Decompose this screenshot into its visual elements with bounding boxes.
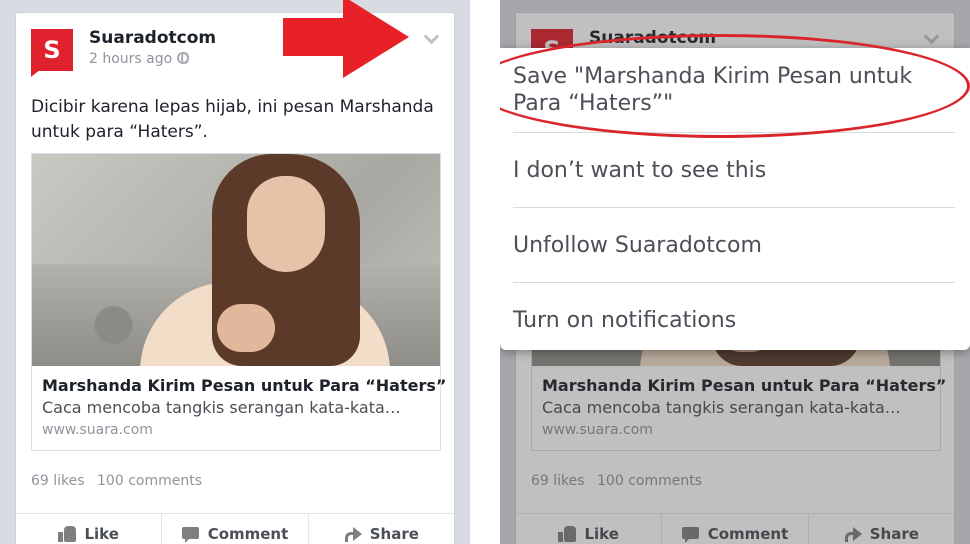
menu-item-notifications[interactable]: Turn on notifications — [513, 307, 955, 334]
logo-tail — [31, 69, 41, 77]
share-button[interactable]: Share — [307, 514, 454, 544]
link-preview[interactable]: Marshanda Kirim Pesan untuk Para “Haters… — [31, 153, 447, 451]
link-description: Caca mencoba tangkis serangan kata-kata… — [42, 398, 401, 417]
page-logo[interactable]: S — [31, 29, 73, 71]
globe-icon — [177, 52, 190, 64]
share-label: Share — [369, 524, 419, 543]
arrow-head — [343, 0, 409, 78]
menu-item-hide[interactable]: I don’t want to see this — [513, 157, 955, 184]
link-meta: Marshanda Kirim Pesan untuk Para “Haters… — [42, 375, 447, 441]
link-domain: www.suara.com — [42, 422, 153, 438]
comment-button[interactable]: Comment — [161, 514, 307, 544]
like-label: Like — [84, 524, 119, 543]
link-title: Marshanda Kirim Pesan untuk Para “Haters… — [42, 376, 447, 395]
post-stats: 69 likes 100 comments — [31, 473, 202, 489]
image-person-face — [247, 176, 325, 272]
comment-icon — [181, 526, 200, 543]
menu-item-unfollow[interactable]: Unfollow Suaradotcom — [513, 232, 955, 259]
menu-divider — [513, 207, 955, 208]
post-text: Dicibir karena lepas hijab, ini pesan Ma… — [31, 97, 434, 142]
link-image — [32, 154, 440, 366]
page-name[interactable]: Suaradotcom — [89, 28, 216, 48]
like-button[interactable]: Like — [16, 514, 161, 544]
comments-count[interactable]: 100 comments — [97, 473, 202, 489]
post-card: S Suaradotcom 2 hours ago Dicibir karena… — [15, 12, 455, 544]
post-time: 2 hours ago — [89, 51, 190, 67]
logo-letter: S — [43, 36, 61, 64]
post-time-text: 2 hours ago — [89, 51, 173, 67]
share-icon — [344, 526, 362, 542]
chevron-down-icon[interactable] — [424, 31, 438, 45]
right-panel: S Suaradotcom 2 hours ago Dicibir karena… — [500, 0, 970, 544]
action-bar: Like Comment Share — [16, 513, 454, 544]
likes-count[interactable]: 69 likes — [31, 473, 85, 489]
left-panel: S Suaradotcom 2 hours ago Dicibir karena… — [0, 0, 470, 544]
comment-label: Comment — [207, 524, 289, 543]
like-icon — [58, 525, 77, 542]
image-person-hand — [217, 304, 275, 352]
menu-divider — [513, 282, 955, 283]
red-arrow — [283, 0, 413, 78]
arrow-shaft — [283, 18, 345, 56]
